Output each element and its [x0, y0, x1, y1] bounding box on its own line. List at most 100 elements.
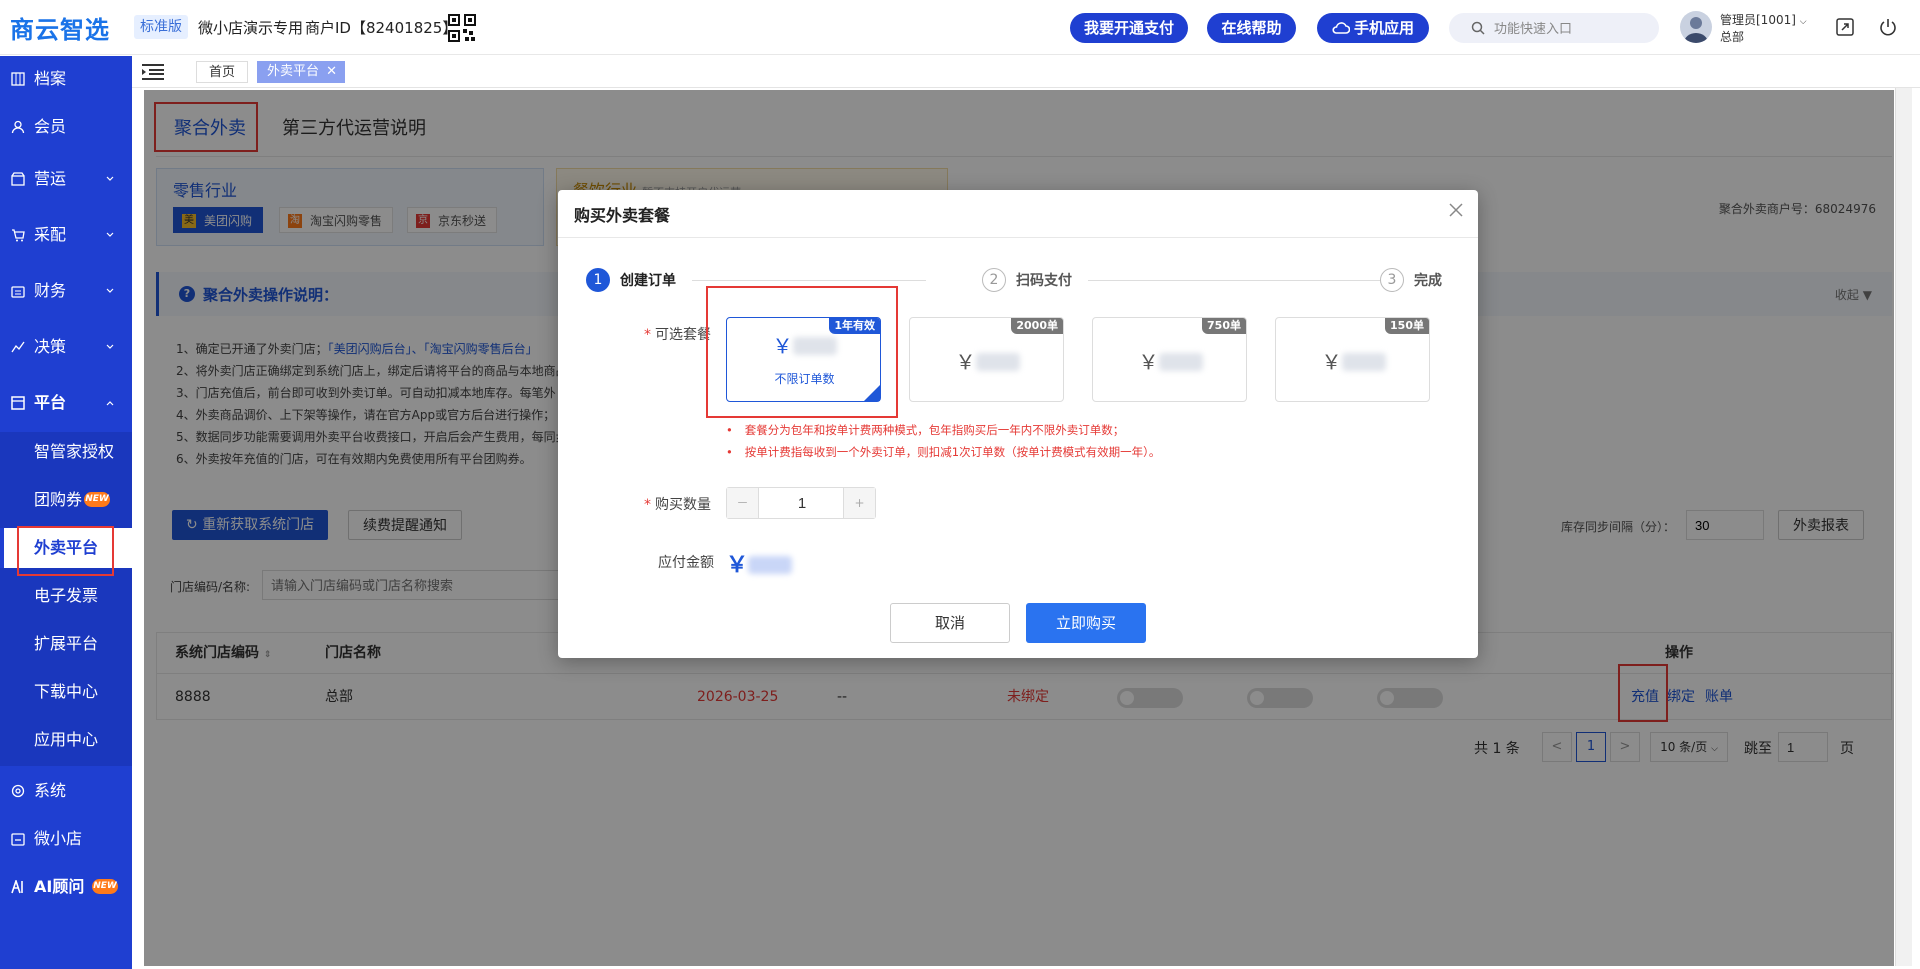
- qr-code-icon[interactable]: [448, 14, 476, 42]
- sidebar-item-label: 采配: [34, 225, 67, 244]
- new-badge: NEW: [84, 492, 110, 507]
- open-payment-button[interactable]: 我要开通支付: [1070, 13, 1188, 43]
- currency-symbol: ￥: [726, 553, 749, 578]
- new-badge: NEW: [92, 879, 118, 894]
- sidebar-sub-group-coupon[interactable]: 团购券 NEW: [0, 480, 132, 520]
- package-badge: 750单: [1202, 318, 1246, 334]
- blurred-price: [1341, 353, 1386, 371]
- sidebar-sub-download-center[interactable]: 下载中心: [0, 672, 132, 712]
- sidebar-item-label: 微小店: [34, 829, 83, 848]
- sidebar-sub-delivery-platform[interactable]: 外卖平台: [0, 528, 132, 568]
- package-annual[interactable]: 1年有效 ￥ 不限订单数: [726, 317, 881, 402]
- package-750[interactable]: 750单 ￥: [1092, 317, 1247, 402]
- package-badge: 150单: [1385, 318, 1429, 334]
- dialog-title: 购买外卖套餐: [574, 206, 671, 225]
- avatar-icon: [1684, 17, 1708, 43]
- tab-home[interactable]: 首页: [196, 61, 249, 83]
- quantity-label-text: 购买数量: [655, 497, 711, 513]
- blurred-price: [1158, 353, 1203, 371]
- grid-icon: [11, 72, 25, 86]
- user-name-text: 管理员[1001]: [1720, 13, 1796, 27]
- online-help-button[interactable]: 在线帮助: [1207, 13, 1296, 43]
- sidebar: 档案 会员 营运 采配 财务 决策 平台 智管家授权 团购券 NEW 外卖平台 …: [0, 56, 132, 969]
- platform-submenu: 智管家授权 团购券 NEW 外卖平台 电子发票 扩展平台 下载中心 应用中心: [0, 432, 132, 766]
- increase-button[interactable]: +: [843, 488, 875, 518]
- sidebar-item-finance[interactable]: 财务: [0, 271, 132, 311]
- shop-icon: [11, 833, 25, 846]
- package-price: ￥: [910, 346, 1065, 375]
- decrease-button[interactable]: －: [727, 488, 759, 518]
- quick-search-box[interactable]: [1449, 13, 1659, 43]
- selected-check-icon: [864, 385, 880, 401]
- blurred-price: [792, 337, 837, 355]
- sidebar-item-label: 会员: [34, 117, 67, 136]
- sidebar-item-label: 档案: [34, 69, 67, 88]
- currency-symbol: ￥: [1138, 350, 1159, 374]
- sidebar-sub-ext-platform[interactable]: 扩展平台: [0, 624, 132, 664]
- package-price: ￥: [727, 330, 882, 359]
- sidebar-item-purchase[interactable]: 采配: [0, 215, 132, 255]
- sidebar-item-decision[interactable]: 决策: [0, 327, 132, 367]
- buy-now-button[interactable]: 立即购买: [1026, 603, 1146, 643]
- step-3-label: 完成: [1414, 273, 1442, 289]
- sidebar-sub-smart-auth[interactable]: 智管家授权: [0, 432, 132, 472]
- chart-icon: [11, 341, 25, 353]
- package-label-text: 可选套餐: [655, 327, 711, 343]
- sidebar-item-mini-shop[interactable]: 微小店: [0, 819, 132, 859]
- mobile-app-button[interactable]: 手机应用: [1317, 13, 1429, 43]
- step-2-label: 扫码支付: [1016, 273, 1072, 289]
- sidebar-sub-e-invoice[interactable]: 电子发票: [0, 576, 132, 616]
- package-tip-2: 按单计费指每收到一个外卖订单，则扣减1次订单数（按单计费模式有效期一年）。: [726, 444, 1161, 460]
- search-icon: [1471, 21, 1485, 35]
- edition-badge: 标准版: [134, 15, 188, 39]
- user-avatar[interactable]: [1680, 11, 1712, 43]
- step-1-label: 创建订单: [620, 273, 676, 289]
- tab-delivery-platform[interactable]: 外卖平台 ✕: [257, 61, 346, 83]
- page-scrollbar[interactable]: [1895, 88, 1912, 966]
- package-subtext: 不限订单数: [774, 372, 835, 386]
- step-connector: [1088, 280, 1380, 281]
- package-150[interactable]: 150单 ￥: [1275, 317, 1430, 402]
- quantity-label: * 购买数量: [644, 494, 711, 514]
- sidebar-item-label: 财务: [34, 281, 67, 300]
- purchase-package-dialog: 购买外卖套餐 1 创建订单 2 扫码支付 3 完成 * 可选套餐 1年有效 ￥ 不…: [558, 190, 1478, 658]
- sidebar-item-label: 决策: [34, 337, 67, 356]
- sidebar-item-member[interactable]: 会员: [0, 107, 132, 147]
- cart-icon: [12, 229, 25, 242]
- cancel-button[interactable]: 取消: [890, 603, 1010, 643]
- sidebar-sub-label: 团购券: [34, 490, 83, 509]
- sidebar-item-archive[interactable]: 档案: [0, 59, 132, 99]
- amount-label: 应付金额: [658, 555, 714, 571]
- brand-logo[interactable]: 商云智选: [10, 10, 110, 45]
- step-connector: [692, 280, 926, 281]
- chevron-down-icon: [106, 176, 114, 181]
- fullscreen-icon[interactable]: [1836, 18, 1854, 36]
- sidebar-item-label: 平台: [34, 393, 67, 412]
- sidebar-item-ai-advisor[interactable]: AI顾问 NEW: [0, 867, 132, 907]
- package-price: ￥: [1276, 346, 1431, 375]
- merchant-id: 商户ID【82401825】: [305, 19, 458, 37]
- close-icon[interactable]: [1448, 202, 1464, 218]
- menu-toggle-icon[interactable]: [142, 64, 164, 80]
- required-mark: *: [644, 327, 651, 343]
- step-3-indicator: 3: [1380, 268, 1404, 292]
- sidebar-sub-app-center[interactable]: 应用中心: [0, 720, 132, 760]
- ai-icon: [11, 880, 23, 894]
- user-name[interactable]: 管理员[1001] ⌵: [1720, 11, 1807, 28]
- sidebar-item-operation[interactable]: 营运: [0, 159, 132, 199]
- currency-symbol: ￥: [772, 334, 793, 358]
- quick-search-input[interactable]: [1494, 13, 1644, 43]
- platform-icon: [11, 396, 25, 410]
- power-icon[interactable]: [1878, 17, 1898, 37]
- close-icon[interactable]: ✕: [326, 61, 337, 83]
- package-2000[interactable]: 2000单 ￥: [909, 317, 1064, 402]
- sidebar-item-system[interactable]: 系统: [0, 771, 132, 811]
- step-2-indicator: 2: [982, 268, 1006, 292]
- top-bar: 商云智选 标准版 微小店演示专用 商户ID【82401825】 我要开通支付 在…: [0, 0, 1920, 55]
- sidebar-item-platform[interactable]: 平台: [0, 383, 132, 423]
- cloud-icon: [1332, 22, 1350, 34]
- chevron-down-icon: [106, 344, 114, 349]
- store-name: 微小店演示专用: [198, 19, 304, 37]
- chevron-up-icon: [106, 401, 114, 406]
- quantity-input[interactable]: [760, 488, 844, 518]
